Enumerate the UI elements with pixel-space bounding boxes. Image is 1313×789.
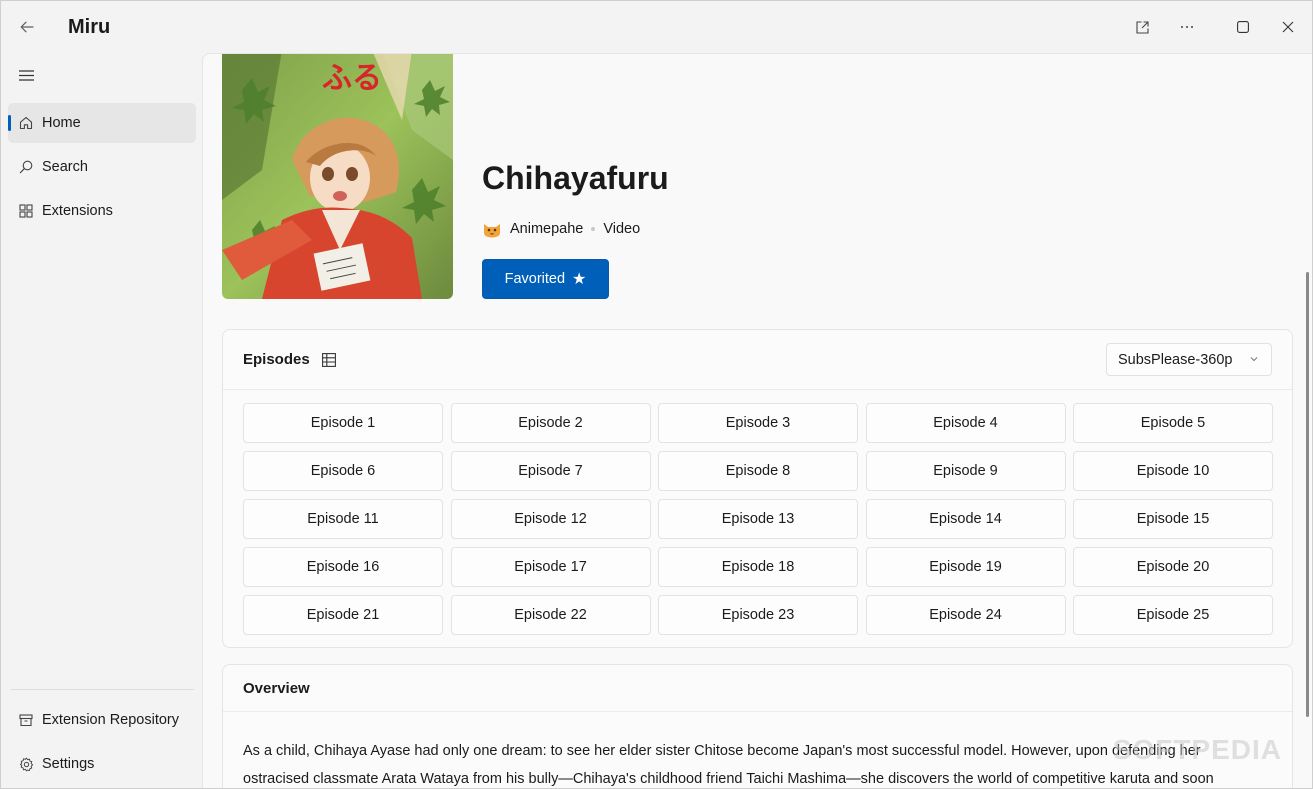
episode-button[interactable]: Episode 25: [1073, 595, 1273, 635]
sidebar-item-extensions[interactable]: Extensions: [8, 191, 196, 231]
sidebar-item-label: Extension Repository: [42, 712, 180, 728]
overview-line-2: ostracised classmate Arata Wataya from h…: [243, 771, 1214, 787]
more-icon: [1181, 26, 1193, 28]
episode-button[interactable]: Episode 14: [865, 499, 1066, 539]
watermark: SOFTPEDIA: [1112, 734, 1282, 765]
episode-button[interactable]: Episode 2: [450, 403, 651, 443]
episode-button[interactable]: Episode 18: [658, 547, 858, 587]
episode-button[interactable]: Episode 16: [243, 547, 443, 587]
episode-button[interactable]: Episode 1: [243, 403, 443, 443]
chevron-down-icon: [1250, 357, 1258, 362]
poster-kanji: ふる: [322, 61, 382, 96]
overview-title: Overview: [243, 679, 310, 697]
episode-button[interactable]: Episode 22: [450, 595, 651, 635]
hamburger-icon: [18, 69, 34, 81]
episode-button[interactable]: Episode 15: [1073, 499, 1273, 539]
poster-image: ふる: [222, 54, 453, 299]
favorite-button[interactable]: Favorited ★: [482, 259, 609, 299]
close-button[interactable]: [1266, 7, 1310, 47]
source-select[interactable]: SubsPlease-360p: [1106, 343, 1272, 376]
sidebar-item-home[interactable]: Home: [8, 103, 196, 143]
close-icon: [1282, 21, 1294, 33]
episode-button[interactable]: Episode 7: [450, 451, 651, 491]
page-title: Chihayafuru: [482, 160, 669, 196]
sidebar-item-extension-repository[interactable]: Extension Repository: [8, 700, 196, 740]
episode-button[interactable]: Episode 11: [243, 499, 443, 539]
sidebar-item-search[interactable]: Search: [8, 147, 196, 187]
episode-button[interactable]: Episode 8: [658, 451, 858, 491]
episode-button[interactable]: Episode 20: [1073, 547, 1273, 587]
app-window: Miru Home Search Extensions Extension Re…: [0, 0, 1313, 789]
open-external-button[interactable]: [1120, 7, 1164, 47]
title-bar: Miru: [1, 1, 1312, 53]
sidebar-item-settings[interactable]: Settings: [8, 744, 196, 784]
more-button[interactable]: [1165, 7, 1209, 47]
episode-button[interactable]: Episode 5: [1073, 403, 1273, 443]
episode-button[interactable]: Episode 10: [1073, 451, 1273, 491]
episode-button[interactable]: Episode 17: [450, 547, 651, 587]
maximize-button[interactable]: [1221, 7, 1265, 47]
back-arrow-icon: [20, 21, 34, 33]
main-content: ふる Chihayafuru Animepahe Video Favorited…: [202, 53, 1312, 788]
repository-icon: [18, 712, 34, 728]
episode-button[interactable]: Episode 19: [865, 547, 1066, 587]
source-name: Animepahe: [510, 221, 584, 237]
episode-button[interactable]: Episode 21: [243, 595, 443, 635]
sidebar-item-label: Extensions: [42, 203, 113, 219]
episode-button[interactable]: Episode 9: [865, 451, 1066, 491]
gear-icon: [18, 756, 34, 772]
episode-button[interactable]: Episode 3: [658, 403, 858, 443]
star-icon: ★: [572, 271, 587, 288]
separator-dot: [591, 227, 596, 231]
extensions-icon: [18, 203, 34, 219]
episode-button[interactable]: Episode 12: [450, 499, 651, 539]
episodes-title: Episodes: [243, 351, 310, 368]
favorite-button-label: Favorited: [504, 271, 566, 287]
episodes-header: Episodes SubsPlease-360p: [223, 330, 1292, 390]
episodes-card: Episodes SubsPlease-360p Episode 1 Episod…: [222, 329, 1293, 648]
maximize-icon: [1237, 21, 1249, 33]
episode-button[interactable]: Episode 4: [865, 403, 1066, 443]
episode-button[interactable]: Episode 6: [243, 451, 443, 491]
overview-header: Overview: [223, 665, 1292, 712]
media-type: Video: [603, 221, 641, 237]
app-title: Miru: [68, 16, 111, 38]
source-select-value: SubsPlease-360p: [1118, 351, 1233, 368]
open-external-icon: [1135, 20, 1149, 34]
window-controls: [1119, 1, 1312, 53]
meta-row: Animepahe Video: [482, 220, 640, 238]
sidebar-item-label: Settings: [42, 756, 95, 772]
source-logo-icon: [482, 220, 502, 238]
episode-button[interactable]: Episode 24: [865, 595, 1066, 635]
episode-button[interactable]: Episode 23: [658, 595, 858, 635]
scrollbar[interactable]: [1306, 272, 1309, 717]
back-button[interactable]: [11, 13, 43, 41]
episode-button[interactable]: Episode 13: [658, 499, 858, 539]
table-view-icon[interactable]: [321, 352, 336, 367]
episode-grid: Episode 1 Episode 2 Episode 3 Episode 4 Epis…: [223, 390, 1292, 648]
minimize-spacer: [1210, 7, 1220, 47]
home-icon: [18, 115, 34, 131]
overview-card: Overview As a child, Chihaya Ayase had o…: [222, 664, 1293, 788]
sidebar-item-label: Search: [42, 159, 88, 175]
sidebar-item-label: Home: [42, 115, 81, 131]
sidebar: Home Search Extensions Extension Reposit…: [1, 53, 202, 788]
sidebar-divider: [11, 689, 194, 690]
menu-toggle-button[interactable]: [9, 61, 43, 89]
search-icon: [18, 159, 34, 175]
